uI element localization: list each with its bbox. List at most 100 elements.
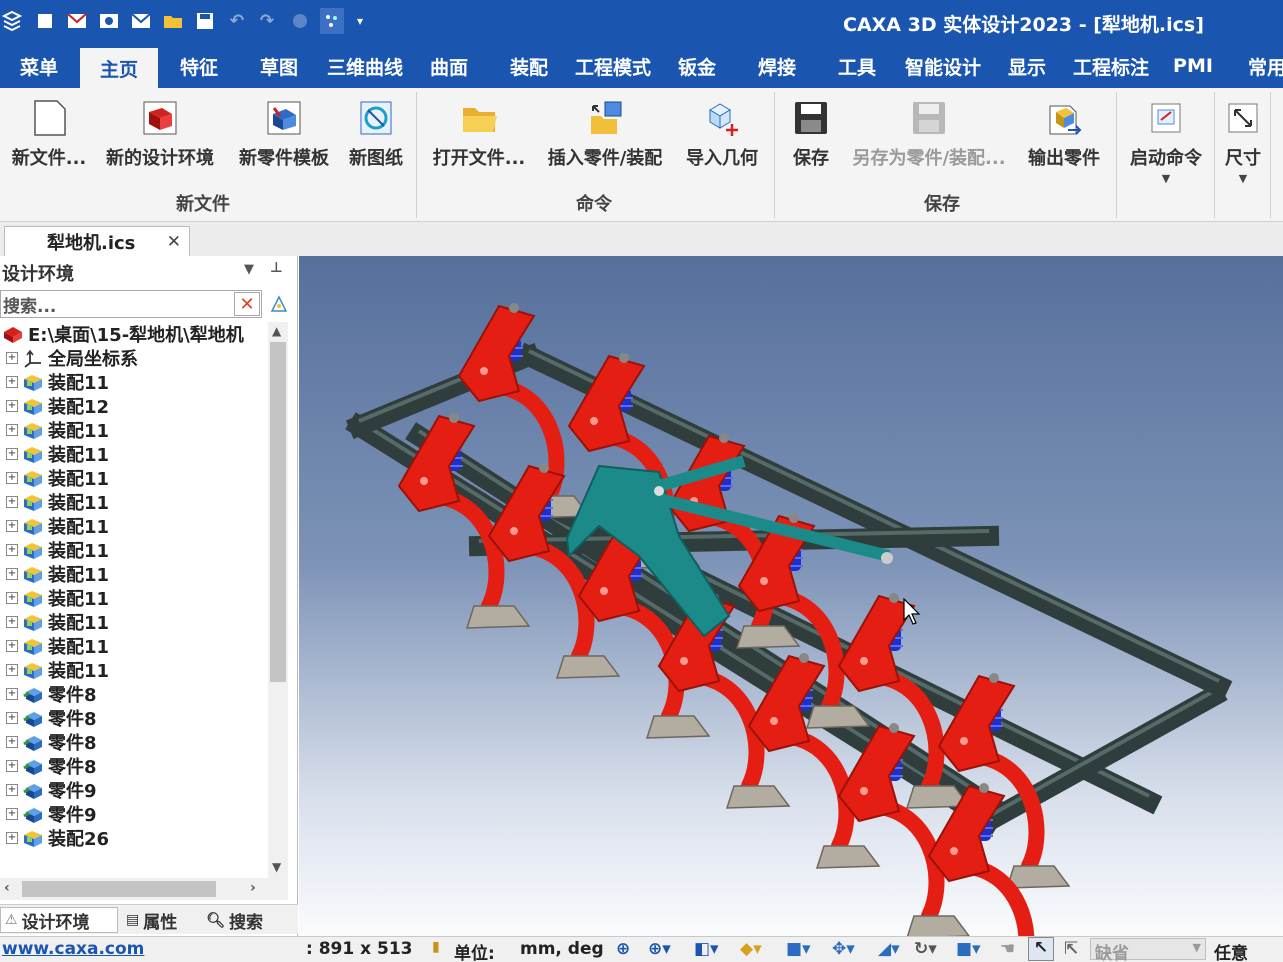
tree-item[interactable]: + 装配11 [6,562,109,586]
tree-item[interactable]: + 装配11 [6,514,109,538]
panel-menu-chevron-icon[interactable]: ▼ [244,262,254,277]
scroll-up-icon[interactable]: ▲ [272,324,281,338]
tab-properties[interactable]: ▤ 属性 [126,907,198,933]
tree-item[interactable]: + 零件9 [6,802,97,826]
expand-icon[interactable]: + [6,736,18,748]
tab-engineering-annotation[interactable]: 工程标注 [1068,44,1154,88]
save-as-button[interactable]: 另存为零件/装配... [840,96,1018,186]
new-file-button[interactable]: 新文件... [4,96,94,186]
chevron-down-icon[interactable]: ▼ [1162,172,1170,185]
any-label[interactable]: 任意 [1214,939,1248,962]
expand-icon[interactable]: + [6,496,18,508]
tree-item[interactable]: + 装配11 [6,586,109,610]
new-icon[interactable] [33,8,57,34]
tree-item[interactable]: + 装配11 [6,538,109,562]
tree-item[interactable]: + 装配26 [6,826,109,850]
expand-icon[interactable]: + [6,376,18,388]
tree-root[interactable]: E:\桌面\15-犁地机\犁地机 [2,322,244,346]
tab-3d-curve[interactable]: 三维曲线 [322,44,408,88]
clear-search-icon[interactable]: ✕ [234,292,260,316]
tree-item[interactable]: + 全局坐标系 [6,346,138,370]
insert-part-button[interactable]: 插入零件/装配 [536,96,674,186]
new-design-env-button[interactable]: 新的设计环境 [96,96,224,186]
globe-icon[interactable] [288,8,312,34]
scroll-right-icon[interactable]: › [250,880,256,896]
dimension-button[interactable]: 尺寸 ▼ [1218,96,1268,186]
expand-icon[interactable]: + [6,472,18,484]
tree-item[interactable]: + 零件8 [6,754,97,778]
mail-icon[interactable] [65,8,89,34]
expand-icon[interactable]: + [6,760,18,772]
tab-assembly[interactable]: 装配 [490,44,568,88]
expand-icon[interactable]: + [6,592,18,604]
scrollbar-thumb[interactable] [270,342,286,682]
tree-item[interactable]: + 装配11 [6,658,109,682]
undo-icon[interactable]: ↶ [225,8,249,34]
tree-item[interactable]: + 装配11 [6,610,109,634]
save-button[interactable]: 保存 [786,96,836,186]
expand-icon[interactable]: + [6,520,18,532]
tree-item[interactable]: + 装配11 [6,370,109,394]
plough-model[interactable] [299,256,1283,936]
tree-vertical-scrollbar[interactable]: ▲ ▼ [268,322,288,878]
default-dropdown[interactable]: 缺省 ▼ [1090,938,1206,962]
preview-icon[interactable] [97,8,121,34]
tree-item[interactable]: + 零件8 [6,682,97,706]
new-part-template-button[interactable]: 新零件模板 [230,96,338,186]
tab-pmi[interactable]: PMI [1158,44,1228,88]
document-tab[interactable]: 犁地机.ics ✕ [4,226,190,256]
scrollbar-thumb[interactable] [22,881,216,897]
tab-engineering-mode[interactable]: 工程模式 [570,44,656,88]
tree-item[interactable]: + 装配11 [6,466,109,490]
tab-design-environment[interactable]: ⚠ 设计环境 [0,907,118,933]
tree-item[interactable]: + 装配11 [6,418,109,442]
expand-icon[interactable]: + [6,448,18,460]
select-filter-icon[interactable]: ⇱ [1064,939,1078,959]
expand-icon[interactable]: + [6,544,18,556]
new-drawing-button[interactable]: 新图纸 [342,96,410,186]
expand-icon[interactable]: + [6,832,18,844]
zoom-icon[interactable]: ⊕ [616,939,630,959]
tab-tools[interactable]: 工具 [818,44,896,88]
tree-item[interactable]: + 装配12 [6,394,109,418]
unit-value[interactable]: mm, deg [520,939,604,959]
search-input[interactable]: 搜索... [0,290,262,318]
tree-item[interactable]: + 零件8 [6,730,97,754]
tree-horizontal-scrollbar[interactable]: ‹ › [0,878,288,900]
start-command-button[interactable]: 启动命令 ▼ [1122,96,1210,186]
expand-icon[interactable]: + [6,712,18,724]
tree-item[interactable]: + 装配11 [6,442,109,466]
tab-display[interactable]: 显示 [988,44,1066,88]
tab-common[interactable]: 常用 [1240,44,1283,88]
scroll-down-icon[interactable]: ▼ [272,860,281,874]
expand-icon[interactable]: + [6,784,18,796]
tab-sheet-metal[interactable]: 钣金 [658,44,736,88]
expand-icon[interactable]: + [6,400,18,412]
tree-item[interactable]: + 装配11 [6,490,109,514]
customize-icon[interactable]: ▾ [348,8,372,34]
tree-item[interactable]: + 零件8 [6,706,97,730]
search-options-icon[interactable] [268,292,290,316]
tab-features[interactable]: 特征 [160,44,238,88]
expand-icon[interactable]: + [6,808,18,820]
plane-icon[interactable]: ◢▾ [878,939,900,959]
chevron-down-icon[interactable]: ▼ [1239,172,1247,185]
hand-icon[interactable]: ☚ [1000,939,1015,959]
tab-smart-design[interactable]: 智能设计 [900,44,986,88]
logo-icon[interactable] [0,8,24,34]
redo-icon[interactable]: ↷ [255,8,279,34]
expand-icon[interactable]: + [6,352,18,364]
expand-icon[interactable]: + [6,568,18,580]
tab-surface[interactable]: 曲面 [410,44,488,88]
expand-icon[interactable]: + [6,688,18,700]
export-part-button[interactable]: 输出零件 [1020,96,1108,186]
import-geometry-button[interactable]: 导入几何 [678,96,766,186]
axis-icon[interactable]: ✥▾ [832,939,855,959]
open-icon[interactable] [161,8,185,34]
save-icon[interactable] [193,8,217,34]
tab-welding[interactable]: 焊接 [738,44,816,88]
tree-item[interactable]: + 装配11 [6,634,109,658]
open-file-button[interactable]: 打开文件... [426,96,532,186]
box-icon[interactable]: ■▾ [956,939,981,959]
cube-view-icon[interactable]: ■▾ [786,939,811,959]
